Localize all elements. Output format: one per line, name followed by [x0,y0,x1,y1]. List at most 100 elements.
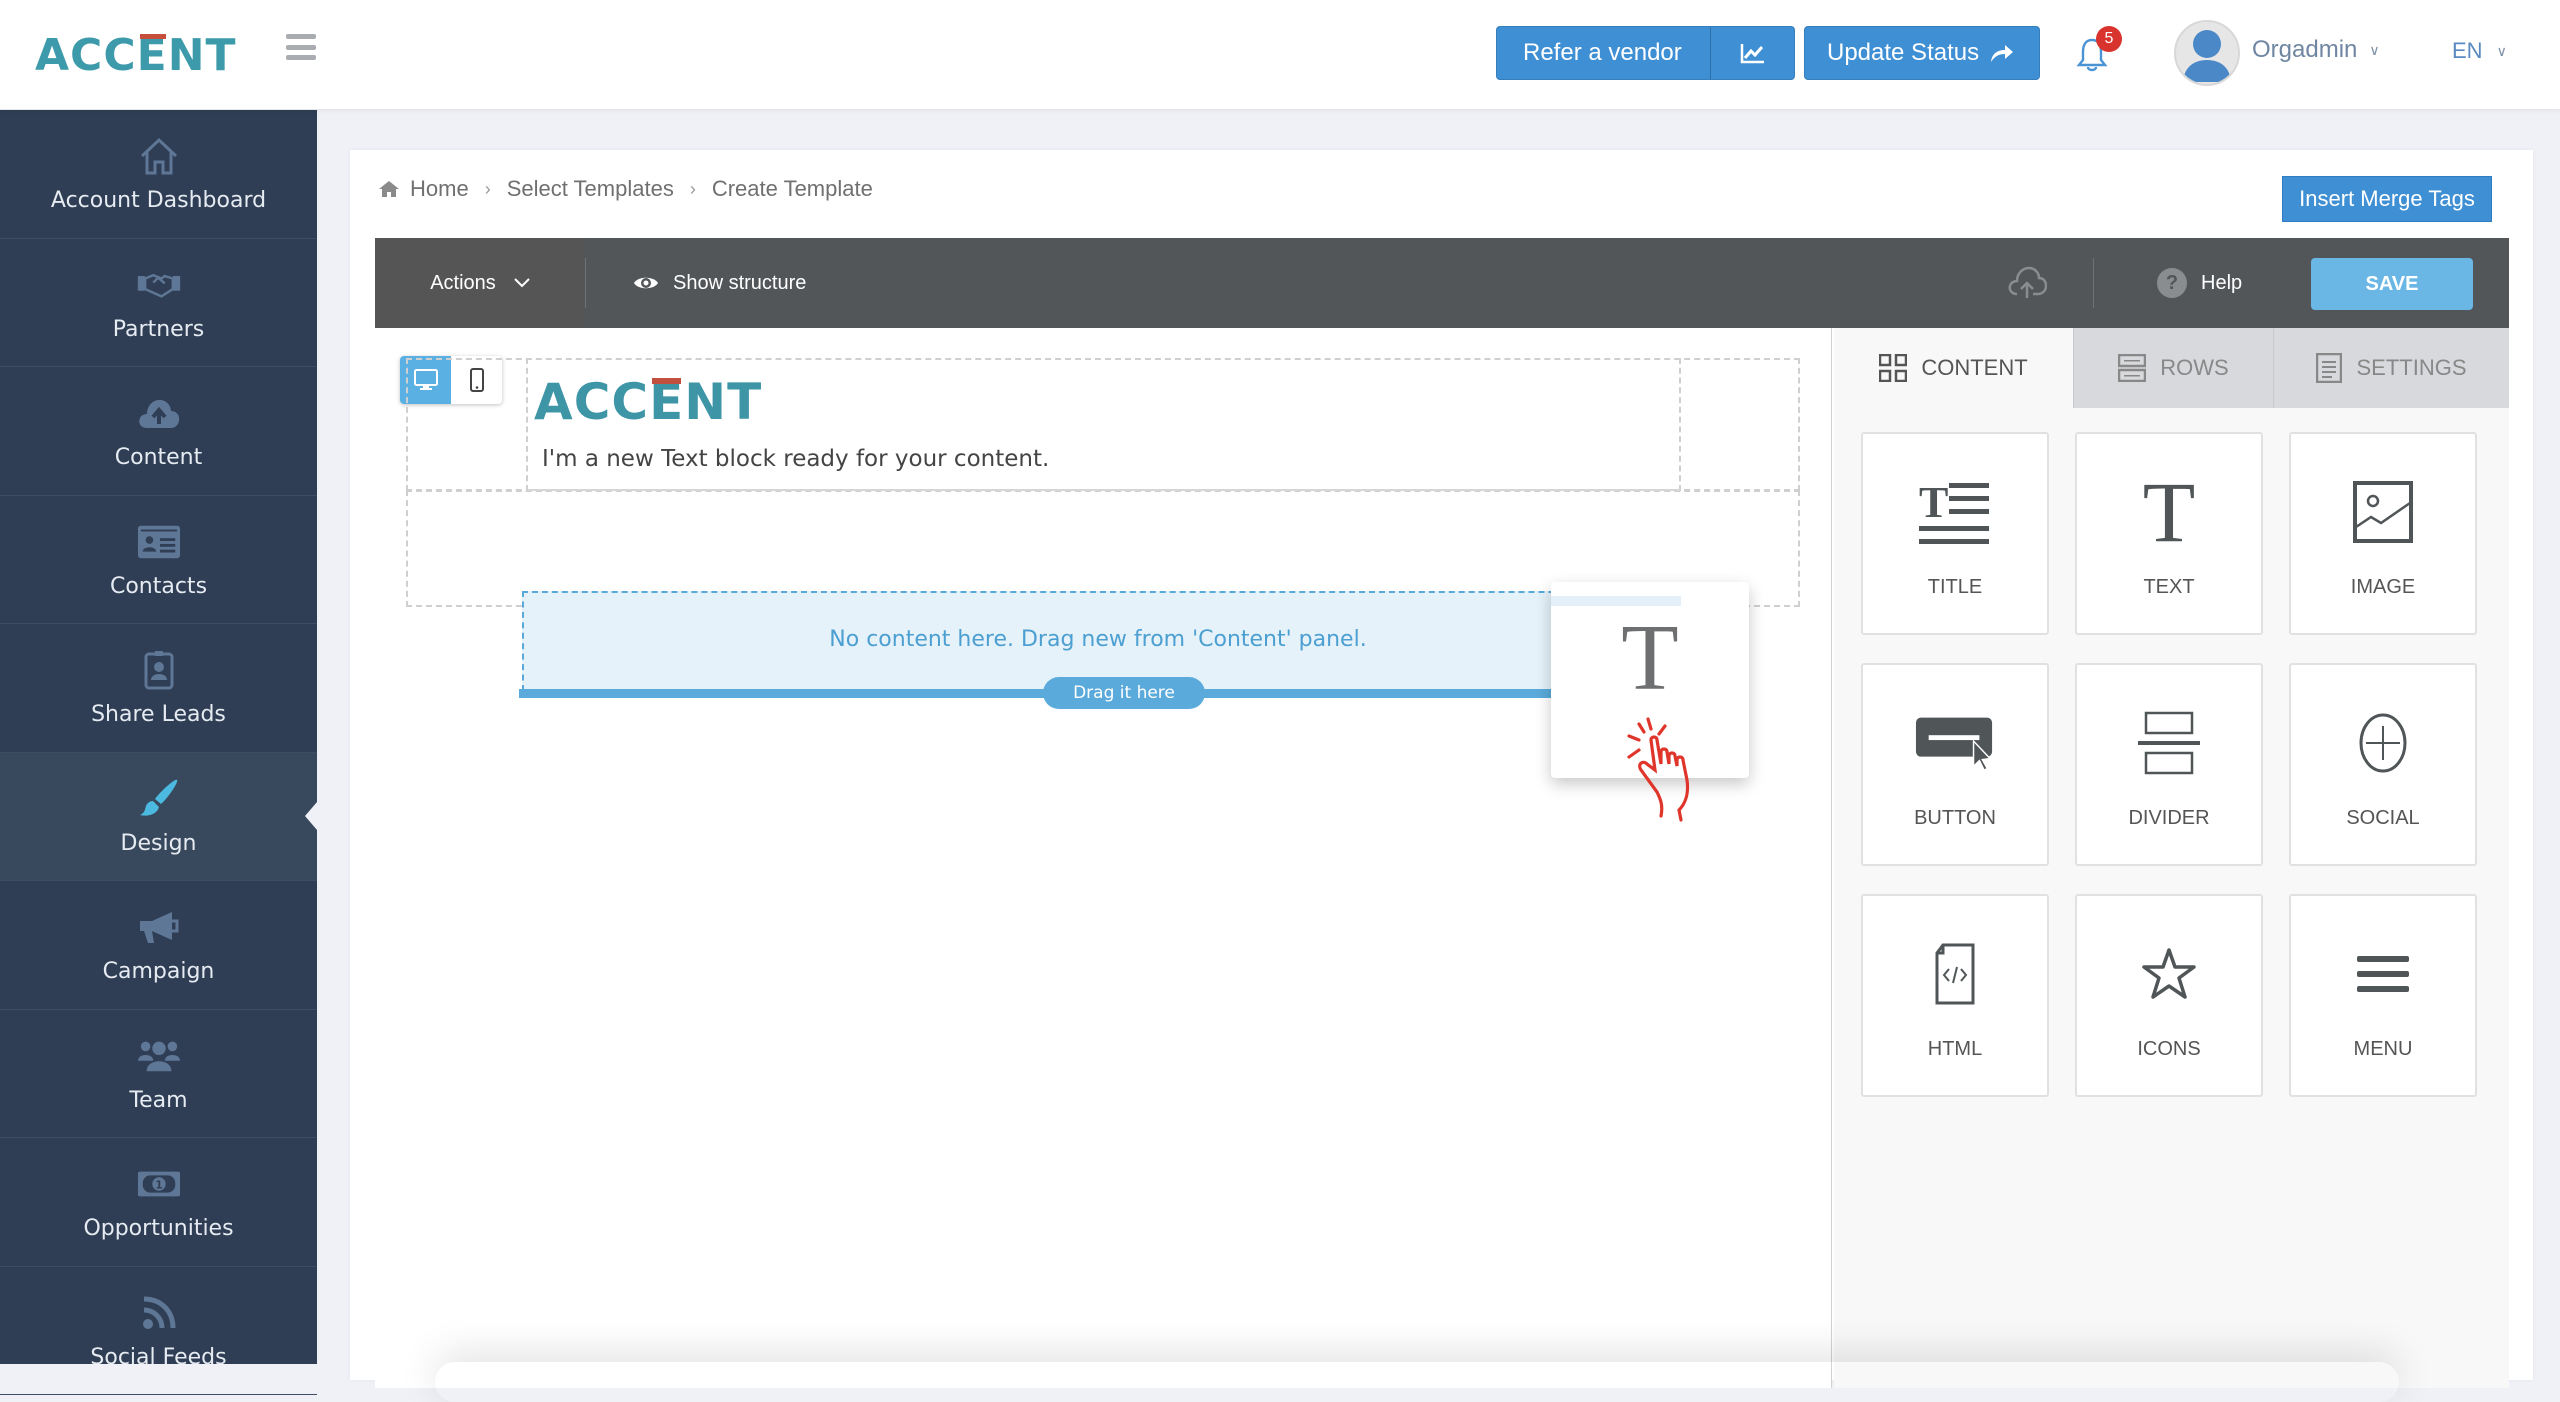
editor-toolbar: Actions Show structure ? Help SAVE [375,238,2509,328]
text-block-glyph: T [1621,606,1679,710]
update-status-button[interactable]: Update Status [1804,26,2040,80]
update-status-label: Update Status [1827,39,1980,66]
help-label: Help [2201,271,2243,294]
empty-drop-zone[interactable]: No content here. Drag new from 'Content'… [522,591,1674,691]
star-icon [2129,934,2209,1014]
title-icon: T [1915,472,1995,552]
menu-lines-icon [2343,934,2423,1014]
sidebar-item-label: Campaign [102,959,215,985]
paintbrush-icon [137,777,181,821]
tile-label: TEXT [2143,576,2195,598]
sidebar-item-social-feeds[interactable]: Social Feeds [0,1267,317,1395]
insert-merge-tags-button[interactable]: Insert Merge Tags [2282,176,2492,222]
block-icons[interactable]: ICONS [2075,894,2263,1097]
sidebar-item-content[interactable]: Content [0,367,317,496]
logo-text-e: E [649,373,685,431]
handshake-icon [137,263,181,307]
tile-label: SOCIAL [2346,807,2420,829]
sidebar-item-label: Opportunities [83,1216,234,1242]
block-text[interactable]: T TEXT [2075,432,2263,635]
sidebar-item-label: Content [114,445,203,471]
main-card: Home › Select Templates › Create Templat… [350,150,2533,1388]
block-title[interactable]: T TITLE [1861,432,2049,635]
toolbar-divider [585,258,586,308]
logo-text-prefix: ACC [534,373,650,431]
brand-logo[interactable]: ACC E NT [35,29,237,81]
actions-dropdown[interactable]: Actions [375,238,585,328]
sidebar-item-partners[interactable]: Partners [0,239,317,367]
sidebar-item-design[interactable]: Design [0,752,317,881]
sidebar-item-contacts[interactable]: Contacts [0,496,317,624]
divider-icon [2129,703,2209,783]
sidebar-item-label: Share Leads [91,702,226,728]
help-button[interactable]: ? Help [2157,238,2242,328]
tab-settings[interactable]: SETTINGS [2273,328,2509,408]
sidebar-item-team[interactable]: Team [0,1010,317,1138]
refer-vendor-button[interactable]: Refer a vendor [1497,27,1711,79]
tab-label: SETTINGS [2356,355,2467,380]
tile-label: HTML [1927,1038,1983,1060]
actions-label: Actions [430,271,496,294]
button-icon [1915,703,1995,783]
user-silhouette-icon [2183,30,2231,82]
breadcrumb-home[interactable]: Home [410,176,469,202]
block-social[interactable]: SOCIAL [2289,663,2477,866]
block-menu[interactable]: MENU [2289,894,2477,1097]
sidebar-item-label: Design [120,830,197,856]
svg-text:T: T [1919,479,1948,527]
contact-card-icon [137,520,181,564]
megaphone-icon [137,905,181,949]
sidebar-item-label: Social Feeds [90,1344,227,1370]
menu-toggle-icon[interactable] [286,34,316,60]
line-chart-icon [1740,44,1764,64]
breadcrumb-create-template: Create Template [711,176,873,201]
top-header: ACC E NT Refer a vendor Update Status 5 Or… [0,0,2560,110]
show-structure-toggle[interactable]: Show structure [633,238,806,328]
block-html[interactable]: HTML [1861,894,2049,1097]
user-avatar[interactable] [2174,20,2240,86]
language-selector[interactable]: EN ∨ [2452,38,2507,64]
sidebar-item-share-leads[interactable]: Share Leads [0,624,317,753]
refer-vendor-stats-button[interactable] [1711,42,1794,64]
block-button[interactable]: BUTTON [1861,663,2049,866]
sidebar-item-opportunities[interactable]: 1 Opportunities [0,1138,317,1267]
badge-icon [137,648,181,692]
breadcrumb: Home › Select Templates › Create Templat… [378,176,873,202]
home-icon [379,181,399,197]
content-panel: CONTENT ROWS SETTINGS T TITLE T TEXT IMA… [1834,328,2509,1388]
block-image[interactable]: IMAGE [2289,432,2477,635]
panel-tabs: CONTENT ROWS SETTINGS [1834,328,2509,408]
sidebar-item-label: Team [129,1087,188,1113]
tile-label: MENU [2353,1038,2413,1060]
notification-count-badge: 5 [2096,26,2122,52]
tile-label: BUTTON [1914,807,1996,829]
show-structure-label: Show structure [673,271,807,294]
email-canvas: ACCENT I'm a new Text block ready for yo… [375,328,1832,1388]
settings-document-icon [2316,353,2343,383]
sidebar-item-account-dashboard[interactable]: Account Dashboard [0,110,317,239]
user-menu[interactable]: Orgadmin ∨ [2252,36,2380,64]
sidebar-item-label: Partners [112,316,205,342]
chevron-down-icon: ∨ [2496,42,2507,59]
tab-label: CONTENT [1921,355,2028,380]
plus-circle-icon [2343,703,2423,783]
sidebar-item-campaign[interactable]: Campaign [0,881,317,1010]
cloud-upload-icon[interactable] [2007,264,2047,300]
content-block-grid: T TITLE T TEXT IMAGE BUTTON DIVIDER SOCI… [1861,432,2477,1097]
content-text-block[interactable]: I'm a new Text block ready for your cont… [542,446,1049,472]
drag-it-here-label: Drag it here [1043,677,1205,709]
grid-icon [1879,354,1908,382]
breadcrumb-select-templates[interactable]: Select Templates [507,176,674,202]
chevron-down-icon: ∨ [2369,41,2380,58]
tab-content[interactable]: CONTENT [1834,328,2073,408]
logo-text-prefix: ACC [35,29,137,81]
logo-text-e: E [136,29,168,81]
content-logo-image[interactable]: ACCENT [534,373,762,431]
svg-text:T: T [2143,479,2196,545]
tab-rows[interactable]: ROWS [2073,328,2273,408]
eye-icon [634,277,658,289]
block-divider[interactable]: DIVIDER [2075,663,2263,866]
refer-vendor-button-group: Refer a vendor [1496,26,1795,80]
save-button[interactable]: SAVE [2311,258,2473,310]
drag-hand-cursor-icon [1627,717,1690,822]
